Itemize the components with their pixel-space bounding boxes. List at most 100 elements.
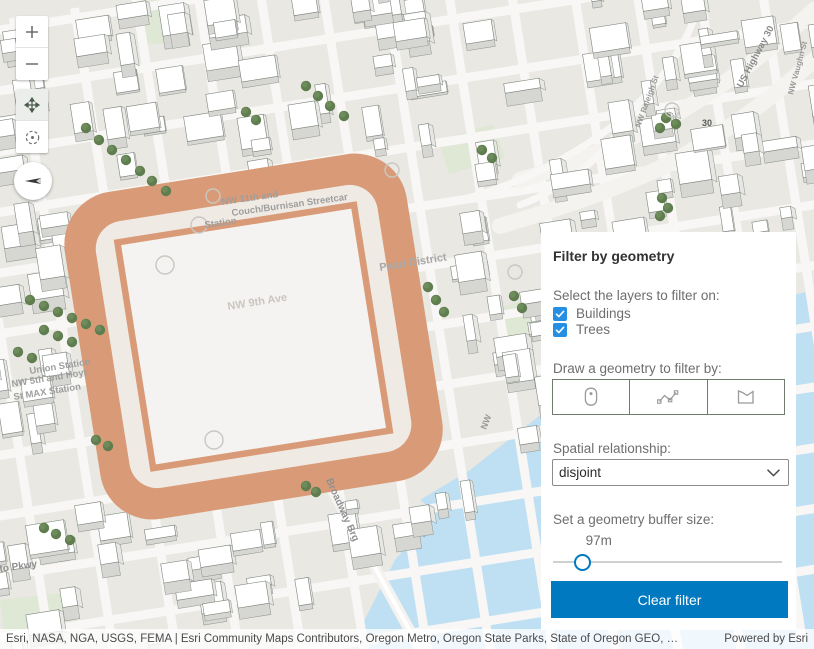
draw-geometry-label: Draw a geometry to filter by: xyxy=(553,361,786,376)
buffer-size-label: Set a geometry buffer size: xyxy=(553,512,786,527)
zoom-controls[interactable] xyxy=(16,16,48,80)
tree-symbol xyxy=(655,211,665,221)
point-icon xyxy=(583,387,599,407)
zoom-out-button[interactable] xyxy=(16,48,48,80)
tree-symbol xyxy=(51,529,61,539)
building xyxy=(74,34,113,68)
attribution-sources[interactable]: Esri, NASA, NGA, USGS, FEMA | Esri Commu… xyxy=(6,633,678,645)
checkbox-checked-icon[interactable] xyxy=(553,323,567,337)
tree-symbol xyxy=(107,145,117,155)
layers-label: Select the layers to filter on: xyxy=(553,288,786,303)
tree-symbol xyxy=(241,107,251,117)
tree-symbol xyxy=(67,337,77,347)
layer-label-buildings: Buildings xyxy=(576,306,631,321)
building xyxy=(184,111,226,146)
powered-by-esri: Powered by Esri xyxy=(712,633,808,645)
building xyxy=(373,137,389,157)
draw-point-button[interactable] xyxy=(553,380,630,414)
zoom-in-button[interactable] xyxy=(16,16,48,48)
building xyxy=(291,0,321,21)
tree-symbol xyxy=(81,123,91,133)
building xyxy=(116,0,153,29)
building xyxy=(230,529,265,556)
polyline-icon xyxy=(657,389,679,405)
tree-symbol xyxy=(147,176,157,186)
compass-icon xyxy=(21,169,45,193)
tree-symbol xyxy=(663,203,673,213)
map-label: 30 xyxy=(702,118,712,128)
tree-symbol xyxy=(325,101,335,111)
tree-symbol xyxy=(313,91,323,101)
building xyxy=(463,19,498,51)
layer-label-trees: Trees xyxy=(576,322,610,337)
tree-symbol xyxy=(439,307,449,317)
building xyxy=(156,65,187,96)
draw-polygon-button[interactable] xyxy=(708,380,784,414)
tree-symbol xyxy=(103,441,113,451)
building xyxy=(161,559,196,594)
polygon-icon xyxy=(736,388,756,406)
pan-icon xyxy=(24,97,40,113)
arcgis-filter-by-geometry-app: US Highway 3030NW Raleigh StNW Vaughn St… xyxy=(0,0,814,649)
check-icon xyxy=(555,309,565,319)
tree-symbol xyxy=(301,481,311,491)
layer-checkbox-buildings[interactable]: Buildings xyxy=(553,306,786,321)
tree-symbol xyxy=(161,186,171,196)
tree-symbol xyxy=(27,353,37,363)
building xyxy=(460,210,489,246)
building xyxy=(675,148,719,198)
building xyxy=(198,544,237,577)
rotate-icon xyxy=(24,129,41,146)
spatial-relationship-select[interactable]: disjoint xyxy=(552,459,789,486)
attribution-bar: Esri, NASA, NGA, USGS, FEMA | Esri Commu… xyxy=(0,629,814,649)
tree-symbol xyxy=(509,291,519,301)
building xyxy=(589,22,632,58)
buffer-size-slider[interactable] xyxy=(553,551,782,573)
plus-icon xyxy=(25,25,39,39)
tree-symbol xyxy=(251,115,261,125)
building xyxy=(288,100,324,140)
tree-symbol xyxy=(517,303,527,313)
building xyxy=(691,124,727,152)
tree-symbol xyxy=(655,123,665,133)
geometry-tool-group[interactable] xyxy=(552,379,785,415)
tree-symbol xyxy=(121,155,131,165)
layer-checkbox-trees[interactable]: Trees xyxy=(553,322,786,337)
tree-symbol xyxy=(39,325,49,335)
tree-symbol xyxy=(671,119,681,129)
tree-symbol xyxy=(67,313,77,323)
tree-symbol xyxy=(135,166,145,176)
building xyxy=(75,501,107,532)
minus-icon xyxy=(25,57,39,71)
navigation-controls[interactable] xyxy=(16,89,48,153)
tree-symbol xyxy=(95,325,105,335)
tree-symbol xyxy=(431,295,441,305)
tree-symbol xyxy=(487,153,497,163)
spatial-relationship-select-wrap[interactable]: disjoint xyxy=(551,459,789,486)
filter-by-geometry-panel: Filter by geometry Select the layers to … xyxy=(541,232,796,630)
tree-symbol xyxy=(39,523,49,533)
building xyxy=(373,53,397,76)
building xyxy=(475,161,499,187)
building xyxy=(454,250,491,295)
rotate-button[interactable] xyxy=(16,121,48,153)
building xyxy=(517,425,543,453)
clear-filter-button[interactable]: Clear filter xyxy=(551,581,788,618)
tree-symbol xyxy=(423,282,433,292)
tree-symbol xyxy=(94,135,104,145)
tree-symbol xyxy=(477,145,487,155)
checkbox-checked-icon[interactable] xyxy=(553,307,567,321)
compass-button[interactable] xyxy=(14,162,52,200)
tree-symbol xyxy=(13,347,23,357)
tree-symbol xyxy=(39,301,49,311)
slider-thumb[interactable] xyxy=(574,554,591,571)
check-icon xyxy=(555,325,565,335)
tree-symbol xyxy=(65,535,75,545)
spatial-relationship-label: Spatial relationship: xyxy=(553,441,786,456)
tree-symbol xyxy=(25,295,35,305)
building xyxy=(206,90,238,117)
building xyxy=(238,55,281,89)
draw-polyline-button[interactable] xyxy=(630,380,707,414)
pan-button[interactable] xyxy=(16,89,48,121)
tree-symbol xyxy=(81,319,91,329)
